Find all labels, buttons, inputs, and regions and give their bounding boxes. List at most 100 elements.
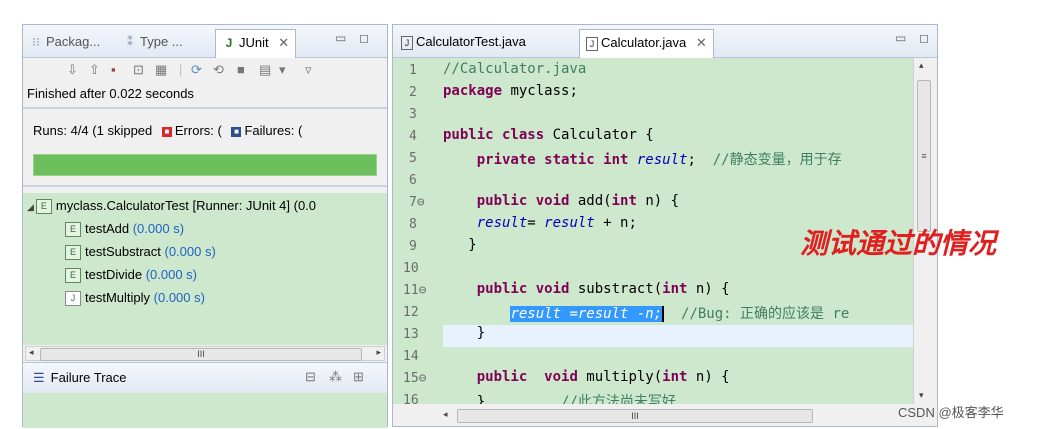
- java-file-icon: J: [586, 37, 598, 51]
- failure-trace-content: [23, 393, 387, 428]
- code-line: package myclass;: [443, 83, 578, 99]
- tab-package-explorer[interactable]: ⁝⁝ Packag...: [29, 31, 100, 53]
- tab-calculator-test[interactable]: J CalculatorTest.java: [401, 31, 526, 53]
- junit-icon: J: [225, 36, 233, 50]
- scroll-up-icon[interactable]: ▴: [919, 60, 924, 71]
- tree-horizontal-scrollbar[interactable]: ◂ III ▸: [25, 346, 385, 361]
- list-item[interactable]: EtestDivide (0.000 s): [65, 267, 197, 284]
- line-number: 4: [409, 129, 417, 144]
- failure-trace-header: ☰ Failure Trace ⊟ ⁂ ⊞: [23, 362, 387, 394]
- filter-stack-icon[interactable]: ⁂: [329, 369, 342, 385]
- close-icon[interactable]: ✕: [278, 35, 289, 50]
- watermark: CSDN @极客李华: [898, 405, 1004, 420]
- failure-trace-title: ☰ Failure Trace: [33, 370, 127, 385]
- list-item[interactable]: JtestMultiply (0.000 s): [65, 290, 205, 307]
- code-line: public void multiply(int n) {: [476, 369, 730, 385]
- junit-toolbar: ⇩ ⇧ ▪ ⊡ ▦ | ⟳ ⟲ ■ ▤ ▾ ▿: [23, 57, 387, 83]
- compare-results-icon[interactable]: ⊟: [305, 369, 316, 385]
- test-suite-icon: E: [35, 199, 52, 215]
- line-number: 2: [409, 85, 417, 100]
- scroll-down-icon[interactable]: ▾: [919, 390, 924, 401]
- code-line: }: [476, 325, 486, 341]
- test-passed-icon: E: [65, 268, 81, 284]
- selected-text: result =result -n;: [510, 306, 663, 322]
- test-suite-row[interactable]: ◢ Emyclass.CalculatorTest [Runner: JUnit …: [27, 198, 316, 215]
- history-dropdown-icon[interactable]: ▾: [279, 62, 286, 78]
- progress-fill: [34, 155, 376, 175]
- tab-type-hierarchy[interactable]: ⁑ Type ...: [123, 31, 183, 53]
- rerun-failed-icon[interactable]: ⟲: [213, 62, 224, 78]
- errors-value: (: [217, 123, 222, 138]
- editor-horizontal-scrollbar[interactable]: ◂ III: [439, 405, 933, 425]
- runs-value: 4/4 (1 skipped: [70, 123, 153, 138]
- line-number: 6: [409, 173, 417, 188]
- view-menu-icon[interactable]: ▿: [305, 62, 312, 78]
- scroll-left-icon[interactable]: ◂: [29, 347, 34, 358]
- test-skipped-icon: J: [65, 291, 81, 307]
- current-line-highlight: [443, 325, 913, 347]
- line-number: 1: [409, 63, 417, 78]
- scroll-thumb[interactable]: III: [457, 409, 813, 423]
- next-failure-icon[interactable]: ⇩: [67, 62, 78, 78]
- rerun-test-icon[interactable]: ⟳: [191, 62, 202, 78]
- list-item[interactable]: EtestSubstract (0.000 s): [65, 244, 216, 261]
- code-line: //Calculator.java: [443, 61, 587, 77]
- failure-icon: ■: [231, 126, 242, 137]
- tab-junit[interactable]: J JUnit ✕: [215, 29, 297, 58]
- collapse-triangle-icon[interactable]: ◢: [27, 202, 34, 212]
- code-line: public void add(int n) {: [476, 193, 680, 209]
- show-failures-only-icon[interactable]: ▪: [111, 62, 116, 77]
- divider: [23, 107, 387, 109]
- annotation-text: 测试通过的情况: [800, 227, 997, 260]
- list-item[interactable]: EtestAdd (0.000 s): [65, 221, 184, 238]
- code-line: public void substract(int n) {: [476, 281, 730, 297]
- scroll-thumb[interactable]: III: [40, 348, 362, 361]
- code-line: private static int result; //静态变量，用于存: [476, 152, 842, 168]
- test-passed-icon: E: [65, 245, 81, 261]
- minimize-icon[interactable]: ▭: [335, 31, 346, 45]
- line-number: 13: [403, 327, 419, 342]
- stop-icon[interactable]: ■: [237, 62, 245, 77]
- stack-trace-icon: ☰: [33, 370, 45, 385]
- line-number: 10: [403, 261, 419, 276]
- tab-calculator[interactable]: J Calculator.java ✕: [579, 29, 714, 58]
- line-number: 3: [409, 107, 417, 122]
- maximize-icon[interactable]: ◻: [359, 31, 369, 45]
- line-number: 16: [403, 393, 419, 404]
- editor-tab-bar: J CalculatorTest.java J Calculator.java ✕ …: [393, 25, 937, 58]
- line-number: 7⊖: [409, 195, 425, 210]
- scroll-lock-icon[interactable]: ⊡: [133, 62, 144, 78]
- view-tab-bar: ⁝⁝ Packag... ⁑ Type ... J JUnit ✕ ▭ ◻: [23, 25, 387, 58]
- failures-label: Failures:: [244, 123, 295, 138]
- error-icon: ■: [161, 126, 172, 137]
- finished-status: Finished after 0.022 seconds: [27, 86, 194, 101]
- scroll-left-icon[interactable]: ◂: [443, 409, 448, 420]
- line-number: 9: [409, 239, 417, 254]
- scroll-right-icon[interactable]: ▸: [376, 347, 381, 358]
- copy-trace-icon[interactable]: ⊞: [353, 369, 364, 385]
- code-line: result= result + n;: [476, 215, 637, 231]
- type-hierarchy-icon: ⁑: [127, 35, 133, 49]
- line-number: 5: [409, 151, 417, 166]
- rerun-failed-first-icon[interactable]: ▦: [155, 62, 167, 78]
- toolbar-separator: |: [179, 62, 183, 77]
- code-line-selected: result =result -n; //Bug: 正确的应该是 re: [510, 306, 850, 322]
- test-counters: Runs: 4/4 (1 skipped ■ Errors: ( ■ Failure…: [33, 123, 302, 138]
- divider: [23, 185, 387, 187]
- junit-panel: ⁝⁝ Packag... ⁑ Type ... J JUnit ✕ ▭ ◻ ⇩ ⇧ ▪…: [22, 24, 388, 428]
- maximize-icon[interactable]: ◻: [919, 31, 929, 45]
- runs-label: Runs:: [33, 123, 67, 138]
- code-line: }: [468, 237, 477, 253]
- test-tree: ◢ Emyclass.CalculatorTest [Runner: JUnit …: [23, 193, 387, 345]
- previous-failure-icon[interactable]: ⇧: [89, 62, 100, 78]
- close-icon[interactable]: ✕: [696, 35, 707, 50]
- test-history-icon[interactable]: ▤: [259, 62, 271, 78]
- line-number: 8: [409, 217, 417, 232]
- progress-bar: [33, 154, 377, 176]
- line-number: 12: [403, 305, 419, 320]
- failures-value: (: [297, 123, 303, 138]
- minimize-icon[interactable]: ▭: [895, 31, 906, 45]
- code-line: public class Calculator {: [443, 127, 654, 143]
- line-number: 11⊖: [403, 283, 427, 298]
- scroll-thumb[interactable]: ≡: [917, 80, 931, 232]
